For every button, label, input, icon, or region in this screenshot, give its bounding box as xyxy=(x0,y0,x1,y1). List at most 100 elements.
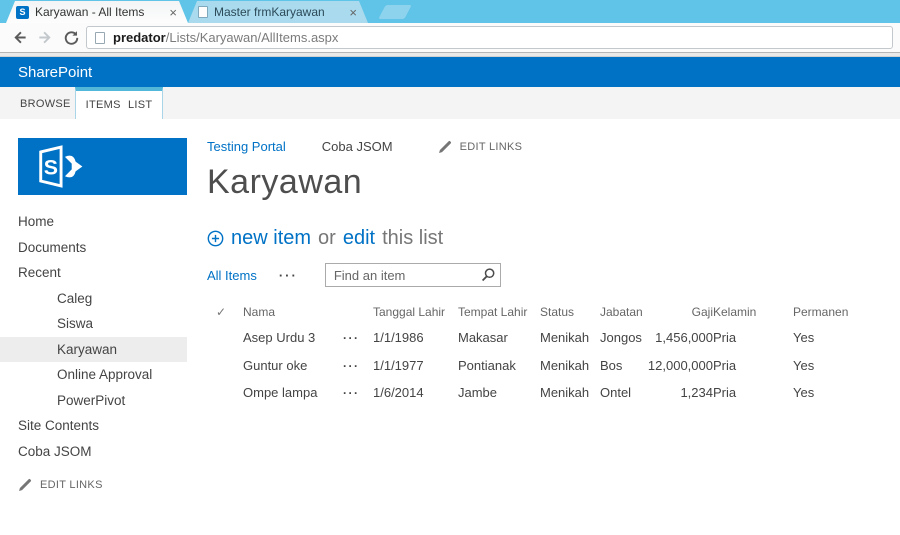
table-row: Guntur oke···1/1/1977PontianakMenikahBos… xyxy=(207,352,873,380)
edit-links-label: EDIT LINKS xyxy=(460,141,523,153)
suite-bar: SharePoint xyxy=(0,57,900,87)
column-header-tanggal_lahir[interactable]: Tanggal Lahir xyxy=(373,300,458,324)
address-bar[interactable]: predator/Lists/Karyawan/AllItems.aspx xyxy=(86,26,893,49)
cell-jabatan: Ontel xyxy=(600,379,646,407)
view-all-items-link[interactable]: All Items xyxy=(207,268,257,283)
sharepoint-logo-icon: S xyxy=(32,144,94,189)
reload-icon xyxy=(63,29,80,46)
back-button[interactable] xyxy=(6,26,32,50)
select-all-checkbox[interactable]: ✓ xyxy=(207,300,243,324)
ribbon-tab-list[interactable]: LIST xyxy=(128,99,152,111)
ribbon-tab-items[interactable]: ITEMS xyxy=(86,99,121,111)
cell-kelamin: Pria xyxy=(713,324,793,352)
sidebar-edit-links[interactable]: EDIT LINKS xyxy=(18,478,200,492)
cell-permanen: Yes xyxy=(793,379,873,407)
sidebar-item-siswa[interactable]: Siswa xyxy=(0,311,187,337)
pencil-icon xyxy=(438,140,452,154)
tab-title: Karyawan - All Items xyxy=(35,5,166,19)
view-more-ellipsis[interactable]: ··· xyxy=(279,268,298,283)
edit-links-label: EDIT LINKS xyxy=(40,479,103,491)
list-tbody: Asep Urdu 3···1/1/1986MakasarMenikahJong… xyxy=(207,324,873,407)
ribbon-bar: BROWSE ITEMS LIST xyxy=(0,87,900,119)
sidebar-item-coba-jsom[interactable]: Coba JSOM xyxy=(0,439,187,465)
search-box xyxy=(325,263,501,287)
list-view-table: ✓ Nama Tanggal LahirTempat LahirStatusJaba… xyxy=(207,300,873,407)
pencil-icon xyxy=(18,478,32,492)
main-area: Testing Portal Coba JSOM EDIT LINKS Kary… xyxy=(200,119,900,535)
forward-arrow-icon xyxy=(37,29,54,46)
row-ellipsis-menu[interactable]: ··· xyxy=(343,379,373,407)
cell-kelamin: Pria xyxy=(713,352,793,380)
cell-nama[interactable]: Ompe lampa xyxy=(243,379,343,407)
browser-tabstrip: S Karyawan - All Items × Master frmKarya… xyxy=(0,0,900,23)
row-ellipsis-menu[interactable]: ··· xyxy=(343,324,373,352)
sharepoint-logo[interactable]: S xyxy=(18,138,187,195)
cell-jabatan: Bos xyxy=(600,352,646,380)
cell-nama[interactable]: Guntur oke xyxy=(243,352,343,380)
row-select-cell[interactable] xyxy=(207,352,243,380)
cell-tanggal_lahir: 1/1/1986 xyxy=(373,324,458,352)
row-select-cell[interactable] xyxy=(207,324,243,352)
tab-title: Master frmKaryawan xyxy=(214,5,346,19)
column-header-jabatan[interactable]: Jabatan xyxy=(600,300,646,324)
cell-status: Menikah xyxy=(540,379,600,407)
column-header-spacer xyxy=(343,300,373,324)
search-icon[interactable] xyxy=(480,267,496,283)
sharepoint-brand: SharePoint xyxy=(18,64,92,81)
row-select-cell[interactable] xyxy=(207,379,243,407)
forward-button[interactable] xyxy=(32,26,58,50)
top-link-bar: Testing Portal Coba JSOM EDIT LINKS xyxy=(207,139,900,154)
svg-text:S: S xyxy=(44,155,58,179)
sidebar-item-recent[interactable]: Recent xyxy=(0,260,187,286)
sidebar-item-caleg[interactable]: Caleg xyxy=(0,286,187,312)
url-host: predator xyxy=(113,30,166,45)
table-header-row: ✓ Nama Tanggal LahirTempat LahirStatusJaba… xyxy=(207,300,873,324)
tab-close-icon[interactable]: × xyxy=(166,6,180,19)
column-header-gaji[interactable]: Gaji xyxy=(646,300,713,324)
cell-tempat_lahir: Jambe xyxy=(458,379,540,407)
new-tab-button[interactable] xyxy=(378,5,411,19)
search-input[interactable] xyxy=(334,268,480,283)
url-path: /Lists/Karyawan/AllItems.aspx xyxy=(166,30,339,45)
sidebar-item-home[interactable]: Home xyxy=(0,209,187,235)
cell-gaji: 1,456,000 xyxy=(646,324,713,352)
check-icon: ✓ xyxy=(207,305,226,319)
browser-tab-active[interactable]: S Karyawan - All Items × xyxy=(6,1,188,23)
ribbon-tab-browse[interactable]: BROWSE xyxy=(20,87,71,119)
edit-list-link[interactable]: edit xyxy=(343,227,375,250)
column-header-status[interactable]: Status xyxy=(540,300,600,324)
column-header-tempat_lahir[interactable]: Tempat Lahir xyxy=(458,300,540,324)
url-text: predator/Lists/Karyawan/AllItems.aspx xyxy=(113,30,338,45)
sidebar-item-site-contents[interactable]: Site Contents xyxy=(0,413,187,439)
column-header-kelamin[interactable]: Kelamin xyxy=(713,300,793,324)
cell-tempat_lahir: Pontianak xyxy=(458,352,540,380)
plus-circle-icon[interactable] xyxy=(207,230,224,247)
browser-tab-inactive[interactable]: Master frmKaryawan × xyxy=(188,1,368,23)
cell-gaji: 12,000,000 xyxy=(646,352,713,380)
page-title: Karyawan xyxy=(207,163,900,202)
sidebar-item-karyawan[interactable]: Karyawan xyxy=(0,337,187,363)
column-header-permanen[interactable]: Permanen xyxy=(793,300,873,324)
topnav-edit-links[interactable]: EDIT LINKS xyxy=(438,140,523,154)
sidebar-item-powerpivot[interactable]: PowerPivot xyxy=(0,388,187,414)
breadcrumb-site-link[interactable]: Testing Portal xyxy=(207,139,286,154)
cell-nama[interactable]: Asep Urdu 3 xyxy=(243,324,343,352)
new-item-link[interactable]: new item xyxy=(231,227,311,250)
reload-button[interactable] xyxy=(58,26,84,50)
table-row: Asep Urdu 3···1/1/1986MakasarMenikahJong… xyxy=(207,324,873,352)
sharepoint-favicon-icon: S xyxy=(16,6,29,19)
ellipsis-icon: ··· xyxy=(343,331,360,345)
cell-status: Menikah xyxy=(540,352,600,380)
sidebar-item-online-approval[interactable]: Online Approval xyxy=(0,362,187,388)
cell-permanen: Yes xyxy=(793,352,873,380)
sidebar-item-documents[interactable]: Documents xyxy=(0,235,187,261)
page-icon xyxy=(95,32,105,44)
row-ellipsis-menu[interactable]: ··· xyxy=(343,352,373,380)
table-row: Ompe lampa···1/6/2014JambeMenikahOntel1,… xyxy=(207,379,873,407)
ellipsis-icon: ··· xyxy=(343,386,360,400)
list-command-bar: new item or edit this list xyxy=(207,227,900,250)
topnav-link-coba-jsom[interactable]: Coba JSOM xyxy=(322,139,393,154)
tab-close-icon[interactable]: × xyxy=(346,6,360,19)
ribbon-contextual-group: ITEMS LIST xyxy=(75,87,163,119)
column-header-nama[interactable]: Nama xyxy=(243,300,343,324)
